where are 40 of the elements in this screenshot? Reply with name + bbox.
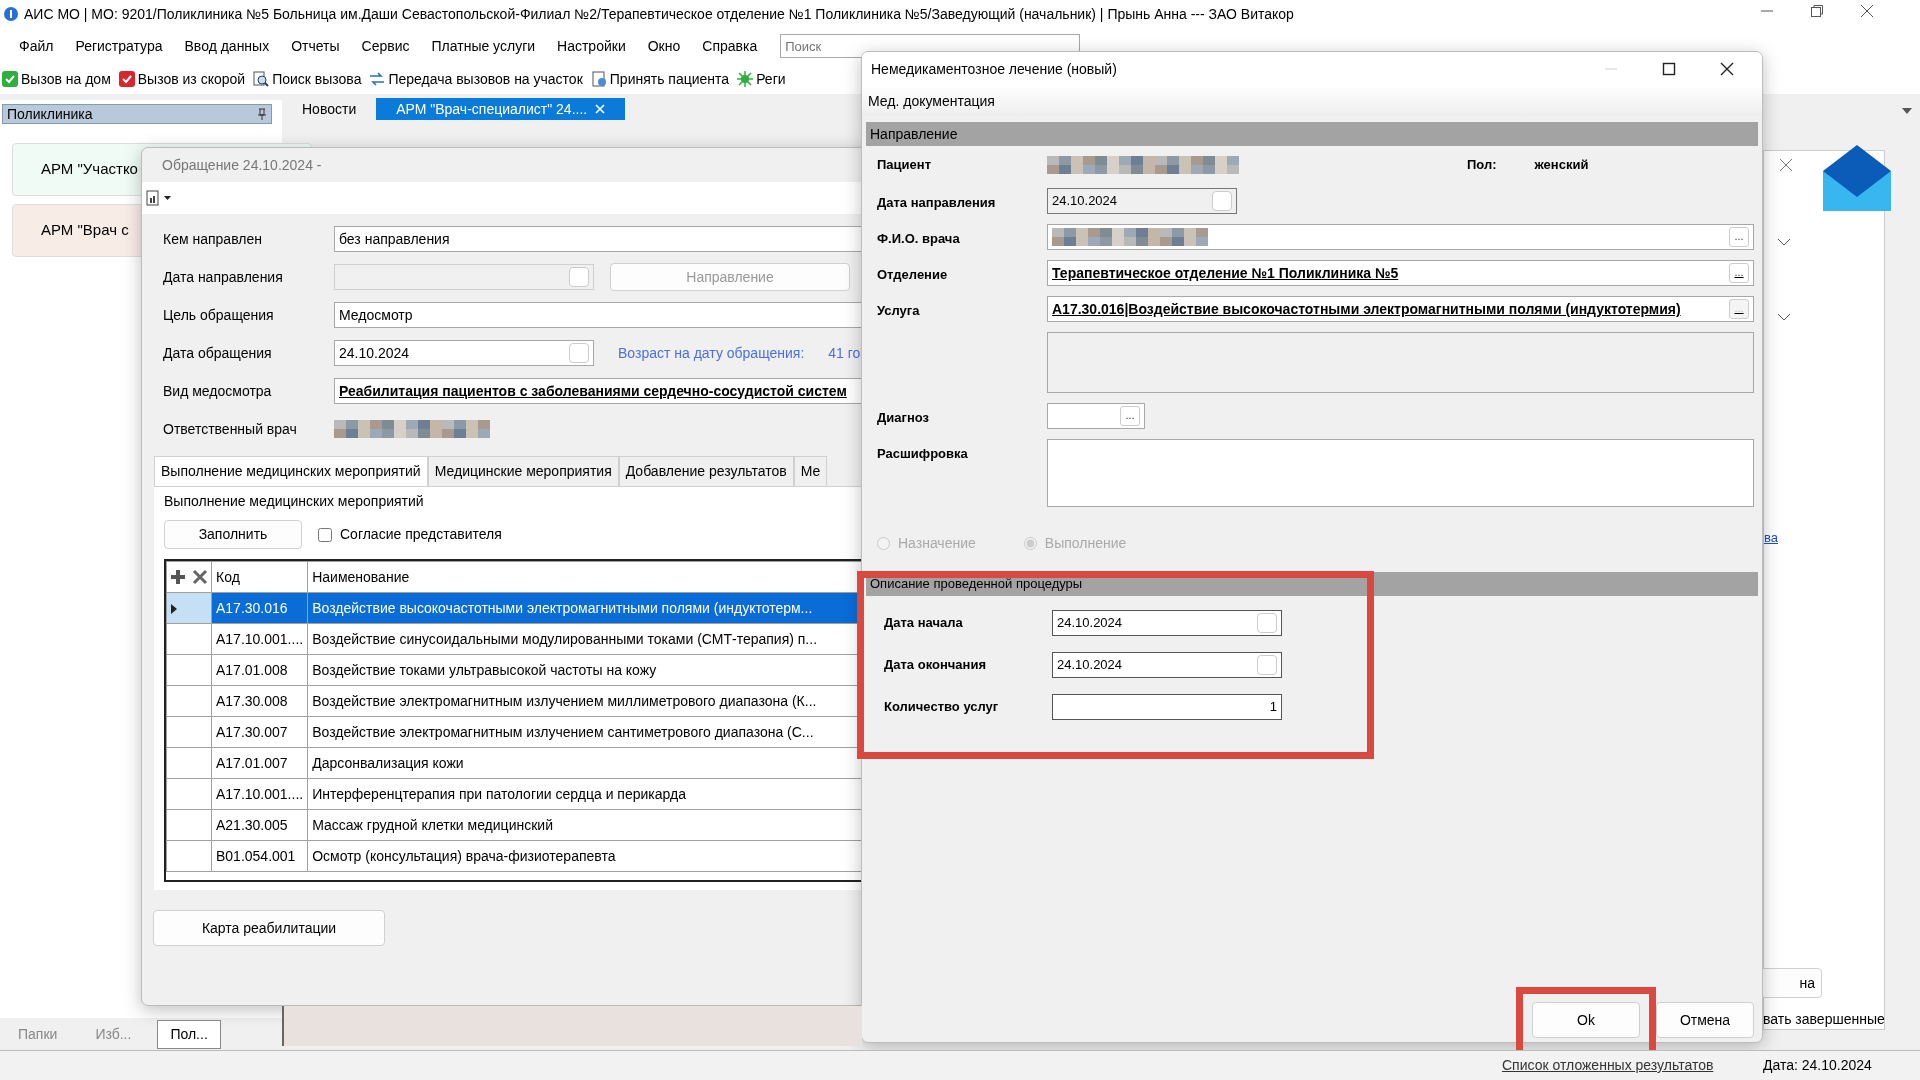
field-label: Диагноз: [877, 409, 930, 427]
dialog-title: Обращение 24.10.2024 -: [162, 155, 322, 175]
group-title: Выполнение медицинских мероприятий: [164, 492, 425, 511]
field-label: Дата начала: [884, 614, 964, 633]
table-cell: A17.01.008: [211, 654, 308, 686]
field-label: Вид медосмотра: [163, 381, 273, 401]
checkbox-label: Согласие представителя: [340, 525, 502, 544]
field-value: женский: [1534, 156, 1589, 175]
radio-label: Назначение: [898, 534, 976, 553]
field-label: Ф.И.О. врача: [877, 230, 961, 248]
table-cell: A17.30.008: [211, 685, 308, 717]
radio-label: Выполнение: [1044, 534, 1127, 553]
window-title: АИС МО | МО: 9201/Поликлиника №5 Больница им.Даши Севастопольской-Филиал №2/Терапевтическое отделение №1 Поликлиника №5/Заведующий (начальник) | Прынь Анна --- ЗАО Витакор: [24, 4, 1294, 24]
age-label: Возраст на дату обращения:: [618, 343, 805, 363]
field-label: Кем направлен: [163, 229, 263, 249]
table-cell: A17.30.016: [211, 592, 308, 624]
field-label: Дата направления: [877, 194, 997, 212]
table-cell: A21.30.005: [211, 809, 308, 841]
status-date: Дата: 24.10.2024: [1763, 1056, 1872, 1075]
field-label: Дата окончания: [884, 656, 987, 675]
field-label: Дата обращения: [163, 343, 273, 363]
field-label: Расшифровка: [877, 445, 969, 463]
table-cell: A17.10.001....: [211, 778, 308, 810]
field-label: Ответственный врач: [163, 419, 298, 439]
field-label: Пациент: [877, 156, 932, 175]
table-cell: A17.01.007: [211, 747, 308, 779]
age-value: 41 го: [828, 343, 861, 363]
field-label: Количество услуг: [884, 698, 1000, 717]
panel-header: Поликлиника: [2, 104, 272, 124]
checkbox-label: вать завершенные: [1763, 1010, 1885, 1029]
field-label: Цель обращения: [163, 305, 275, 325]
field-label: Отделение: [877, 266, 949, 284]
section-bar: Направление: [866, 122, 1758, 146]
dialog-title: Немедикаментозное лечение (новый): [871, 59, 1117, 79]
table-cell: B01.054.001: [211, 840, 308, 872]
field-label: Дата направления: [163, 267, 284, 287]
table-cell: A17.10.001....: [211, 623, 308, 655]
field-label: Услуга: [877, 302, 921, 320]
table-cell: A17.30.007: [211, 716, 308, 748]
field-label: Пол:: [1467, 156, 1497, 175]
